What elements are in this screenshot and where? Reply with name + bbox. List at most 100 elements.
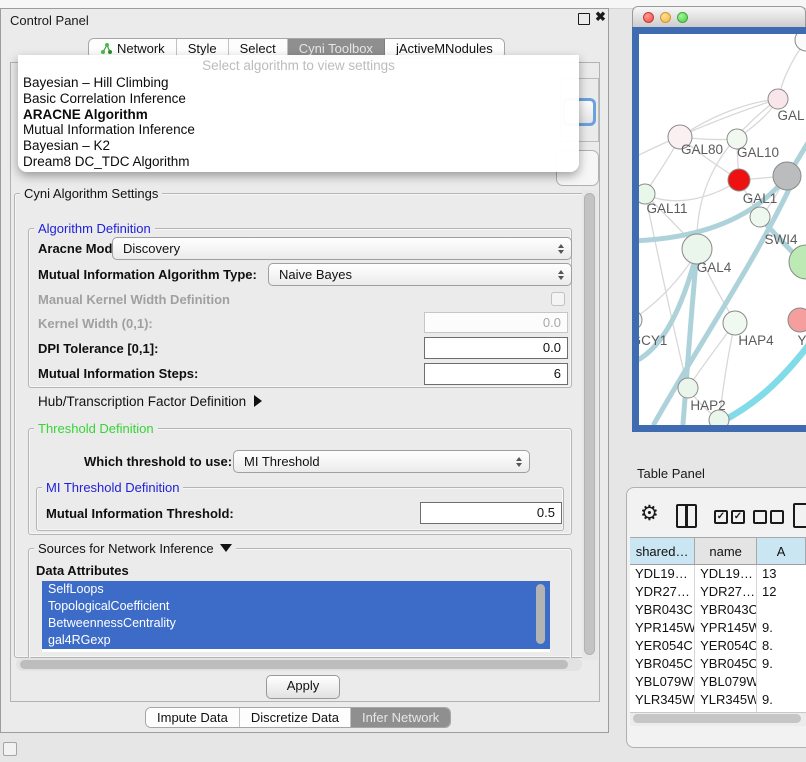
sources-legend[interactable]: Sources for Network Inference	[34, 541, 236, 556]
kernel-width-label: Kernel Width (0,1):	[38, 316, 153, 331]
split-columns-icon[interactable]	[676, 504, 697, 528]
which-threshold-combo[interactable]: MI Threshold	[233, 450, 530, 473]
attribute-item-topologicalcoefficient[interactable]: TopologicalCoefficient	[42, 598, 550, 615]
mi-type-combo[interactable]: Naive Bayes	[268, 263, 572, 286]
tab-label: Network	[117, 41, 165, 56]
algorithm-option-dream8-dc-tdc-algorithm[interactable]: Dream8 DC_TDC Algorithm	[18, 154, 579, 170]
table-row[interactable]: YDL19…YDL19…13	[630, 565, 806, 583]
table-cell: YBL079W	[695, 673, 757, 691]
table-row[interactable]: YDR27…YDR27…12	[630, 583, 806, 601]
column-header-shared[interactable]: shared…	[630, 538, 695, 564]
manual-kernel-checkbox[interactable]	[551, 292, 565, 306]
algorithm-option-mutual-information-inference[interactable]: Mutual Information Inference	[18, 122, 579, 138]
apply-button[interactable]: Apply	[266, 675, 340, 699]
network-node[interactable]	[773, 162, 801, 190]
network-icon	[100, 42, 113, 55]
hide-columns-unchecked-icon[interactable]	[753, 510, 784, 524]
algorithm-dropdown-placeholder: Select algorithm to view settings	[18, 55, 579, 75]
mi-type-value: Naive Bayes	[279, 267, 352, 282]
bottom-tabbar: Impute DataDiscretize DataInfer Network	[145, 707, 451, 728]
network-window-titlebar[interactable]	[632, 6, 806, 27]
table-row[interactable]: YBL079WYBL079W	[630, 673, 806, 691]
hub-definition-label: Hub/Transcription Factor Definition	[38, 394, 246, 409]
settings-hscrollbar-thumb[interactable]	[20, 660, 568, 669]
settings-vscrollbar-thumb[interactable]	[584, 193, 595, 655]
network-node-hap2[interactable]	[678, 378, 698, 398]
tab-label: jActiveMNodules	[396, 41, 493, 56]
table-row[interactable]: YPR145WYPR145W9.	[630, 619, 806, 637]
table-cell: YDL19…	[695, 565, 757, 583]
table-cell: YER054C	[695, 637, 757, 655]
table-cell: 8.	[757, 637, 806, 655]
checked-box-icon: ✓	[731, 510, 745, 524]
tab-label: Style	[188, 41, 217, 56]
algorithm-option-bayesian-hill-climbing[interactable]: Bayesian – Hill Climbing	[18, 75, 579, 91]
network-node-gal1[interactable]	[728, 169, 750, 191]
table-row[interactable]: YER054CYER054C8.	[630, 637, 806, 655]
mi-steps-field[interactable]: 6	[424, 363, 568, 385]
node-label-gal: GAL	[777, 108, 805, 123]
table-cell: YLR345W	[695, 691, 757, 709]
table-cell	[757, 601, 806, 619]
disclosure-down-icon	[220, 544, 232, 552]
table-row[interactable]: YBR043CYBR043C	[630, 601, 806, 619]
network-node-gal[interactable]	[768, 89, 788, 109]
table-cell: YBR045C	[630, 655, 695, 673]
bottom-tab-discretize-data[interactable]: Discretize Data	[240, 708, 351, 727]
network-edge[interactable]	[645, 180, 739, 201]
attribute-list-scrollbar[interactable]	[536, 584, 545, 644]
sources-legend-label: Sources for Network Inference	[38, 541, 214, 556]
network-edge-highlight[interactable]	[713, 342, 806, 425]
network-node-y[interactable]	[788, 308, 806, 332]
unchecked-box-icon	[770, 510, 784, 524]
table-hscrollbar-thumb[interactable]	[633, 714, 801, 723]
minimize-traffic-light[interactable]	[660, 12, 671, 23]
collapsed-panel-icon[interactable]	[3, 742, 17, 756]
aracne-mode-combo[interactable]: Discovery	[112, 237, 572, 260]
network-node-hap4[interactable]	[723, 311, 747, 335]
table-cell: 13	[757, 565, 806, 583]
attribute-item-betweennesscentrality[interactable]: BetweennessCentrality	[42, 615, 550, 632]
attribute-item-selfloops[interactable]: SelfLoops	[42, 581, 550, 598]
node-table: shared…nameA YDL19…YDL19…13YDR27…YDR27…1…	[630, 537, 806, 712]
bottom-tab-impute-data[interactable]: Impute Data	[146, 708, 240, 727]
node-label-hap4: HAP4	[738, 333, 774, 348]
close-traffic-light[interactable]	[643, 12, 654, 23]
table-cell: YPR145W	[695, 619, 757, 637]
network-node-swi4[interactable]	[750, 207, 770, 227]
table-row[interactable]: YBR045CYBR045C9.	[630, 655, 806, 673]
table-cell: YBR043C	[695, 601, 757, 619]
unchecked-box-icon	[753, 510, 767, 524]
network-node[interactable]	[795, 34, 806, 51]
tab-label: Cyni Toolbox	[299, 41, 373, 56]
table-cell: 9.	[757, 655, 806, 673]
zoom-traffic-light[interactable]	[677, 12, 688, 23]
table-cell: YDR27…	[695, 583, 757, 601]
hub-definition-disclosure[interactable]: Hub/Transcription Factor Definition	[38, 394, 262, 409]
float-panel-icon[interactable]	[578, 13, 590, 25]
gear-icon[interactable]: ⚙	[640, 501, 659, 526]
show-columns-checked-icon[interactable]: ✓ ✓	[714, 510, 745, 524]
algorithm-definition-legend: Algorithm Definition	[34, 221, 155, 236]
manual-kernel-label: Manual Kernel Width Definition	[38, 292, 230, 307]
dpi-tolerance-field[interactable]: 0.0	[424, 337, 568, 359]
table-cell: 12	[757, 583, 806, 601]
close-panel-icon[interactable]: ✖	[595, 9, 606, 25]
attribute-item-gal4rgexp[interactable]: gal4RGexp	[42, 632, 550, 649]
table-row[interactable]: YLR345WYLR345W9.	[630, 691, 806, 709]
algorithm-option-aracne-algorithm[interactable]: ARACNE Algorithm	[18, 107, 579, 123]
column-header-name[interactable]: name	[695, 538, 757, 564]
document-icon[interactable]	[793, 503, 806, 528]
kernel-width-field[interactable]: 0.0	[424, 312, 568, 333]
threshold-definition-legend: Threshold Definition	[34, 421, 158, 436]
mi-steps-label: Mutual Information Steps:	[38, 366, 198, 381]
algorithm-option-basic-correlation-inference[interactable]: Basic Correlation Inference	[18, 91, 579, 107]
network-node[interactable]	[709, 410, 729, 425]
network-canvas[interactable]: GALGAL80GAL10GAL1GAL11SWI4GAL4GCY1HAP4YH…	[639, 34, 806, 425]
algorithm-option-bayesian-k2[interactable]: Bayesian – K2	[18, 138, 579, 154]
table-body: YDL19…YDL19…13YDR27…YDR27…12YBR043CYBR04…	[630, 565, 806, 712]
algorithm-dropdown-list: Bayesian – Hill ClimbingBasic Correlatio…	[18, 75, 579, 170]
mi-threshold-field[interactable]: 0.5	[420, 502, 562, 524]
column-header-a[interactable]: A	[757, 538, 806, 564]
bottom-tab-infer-network[interactable]: Infer Network	[351, 708, 450, 727]
